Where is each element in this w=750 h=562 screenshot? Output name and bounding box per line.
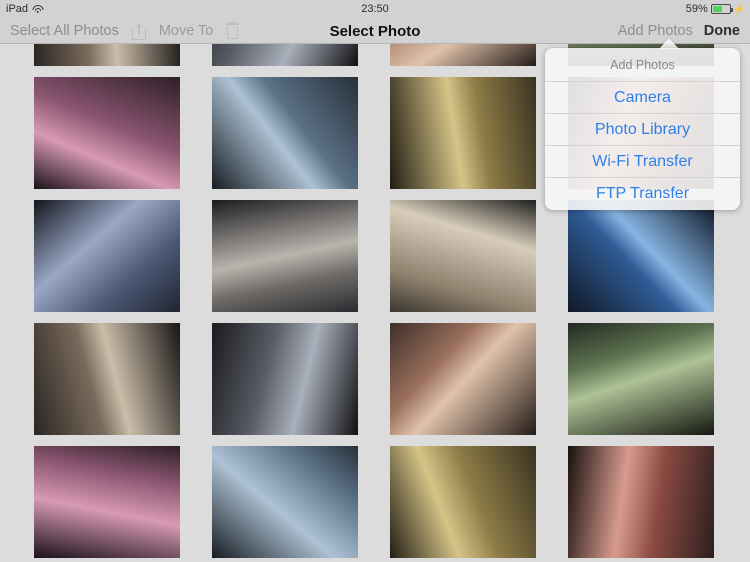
status-bar: iPad 23:50 59% ⚡ <box>0 0 750 18</box>
photo-thumbnail[interactable] <box>34 446 180 558</box>
move-to-button[interactable]: Move To <box>159 23 214 39</box>
popover-item-list: Camera Photo Library Wi-Fi Transfer FTP Tra… <box>545 82 740 210</box>
photo-thumbnail[interactable] <box>212 44 358 66</box>
add-photos-popover: Add Photos Camera Photo Library Wi-Fi Tran… <box>545 48 740 210</box>
photo-thumbnail-image <box>34 44 180 66</box>
photo-thumbnail[interactable] <box>390 44 536 66</box>
photo-thumbnail-image <box>568 323 714 435</box>
status-bar-right: 59% ⚡ <box>686 3 745 15</box>
photo-thumbnail[interactable] <box>212 323 358 435</box>
select-all-photos-button[interactable]: Select All Photos <box>10 23 119 39</box>
popover-item[interactable]: Camera <box>545 82 740 114</box>
photo-thumbnail-image <box>212 77 358 189</box>
lightning-bolt-icon: ⚡ <box>733 3 745 14</box>
popover-item[interactable]: Wi-Fi Transfer <box>545 146 740 178</box>
photo-thumbnail-image <box>390 77 536 189</box>
photo-row <box>0 323 750 435</box>
photo-thumbnail-image <box>212 200 358 312</box>
photo-thumbnail[interactable] <box>34 77 180 189</box>
photo-thumbnail[interactable] <box>212 77 358 189</box>
photo-row <box>0 446 750 558</box>
photo-thumbnail[interactable] <box>34 200 180 312</box>
photo-thumbnail[interactable] <box>568 200 714 312</box>
photo-thumbnail-image <box>34 200 180 312</box>
photo-thumbnail[interactable] <box>212 200 358 312</box>
navigation-bar: Select Photo Select All Photos Move To A… <box>0 18 750 44</box>
photo-thumbnail-image <box>390 44 536 66</box>
status-bar-clock: 23:50 <box>361 3 389 15</box>
photo-thumbnail[interactable] <box>390 323 536 435</box>
photo-thumbnail-image <box>34 323 180 435</box>
battery-fill <box>712 6 723 12</box>
photo-thumbnail[interactable] <box>390 200 536 312</box>
done-button[interactable]: Done <box>704 23 740 39</box>
popover-item[interactable]: Photo Library <box>545 114 740 146</box>
photo-thumbnail[interactable] <box>568 323 714 435</box>
photo-row <box>0 200 750 312</box>
photo-thumbnail-image <box>34 446 180 558</box>
share-icon[interactable] <box>131 23 146 40</box>
photo-thumbnail[interactable] <box>34 323 180 435</box>
popover-title: Add Photos <box>545 48 740 82</box>
trash-icon[interactable] <box>226 21 240 39</box>
photo-thumbnail-image <box>390 200 536 312</box>
photo-thumbnail[interactable] <box>390 446 536 558</box>
photo-thumbnail[interactable] <box>34 44 180 66</box>
photo-thumbnail-image <box>212 323 358 435</box>
photo-thumbnail-image <box>212 446 358 558</box>
popover-item[interactable]: FTP Transfer <box>545 178 740 210</box>
photo-thumbnail-image <box>568 200 714 312</box>
photo-thumbnail[interactable] <box>212 446 358 558</box>
battery-icon <box>710 4 733 14</box>
photo-thumbnail-image <box>568 446 714 558</box>
photo-thumbnail-image <box>34 77 180 189</box>
photo-thumbnail-image <box>212 44 358 66</box>
add-photos-button[interactable]: Add Photos <box>618 23 693 39</box>
navigation-bar-left-group: Select All Photos Move To <box>10 18 240 44</box>
battery-percent-label: 59% <box>685 3 708 15</box>
photo-thumbnail-image <box>390 446 536 558</box>
photo-thumbnail-image <box>390 323 536 435</box>
photo-thumbnail[interactable] <box>390 77 536 189</box>
photo-thumbnail[interactable] <box>568 446 714 558</box>
